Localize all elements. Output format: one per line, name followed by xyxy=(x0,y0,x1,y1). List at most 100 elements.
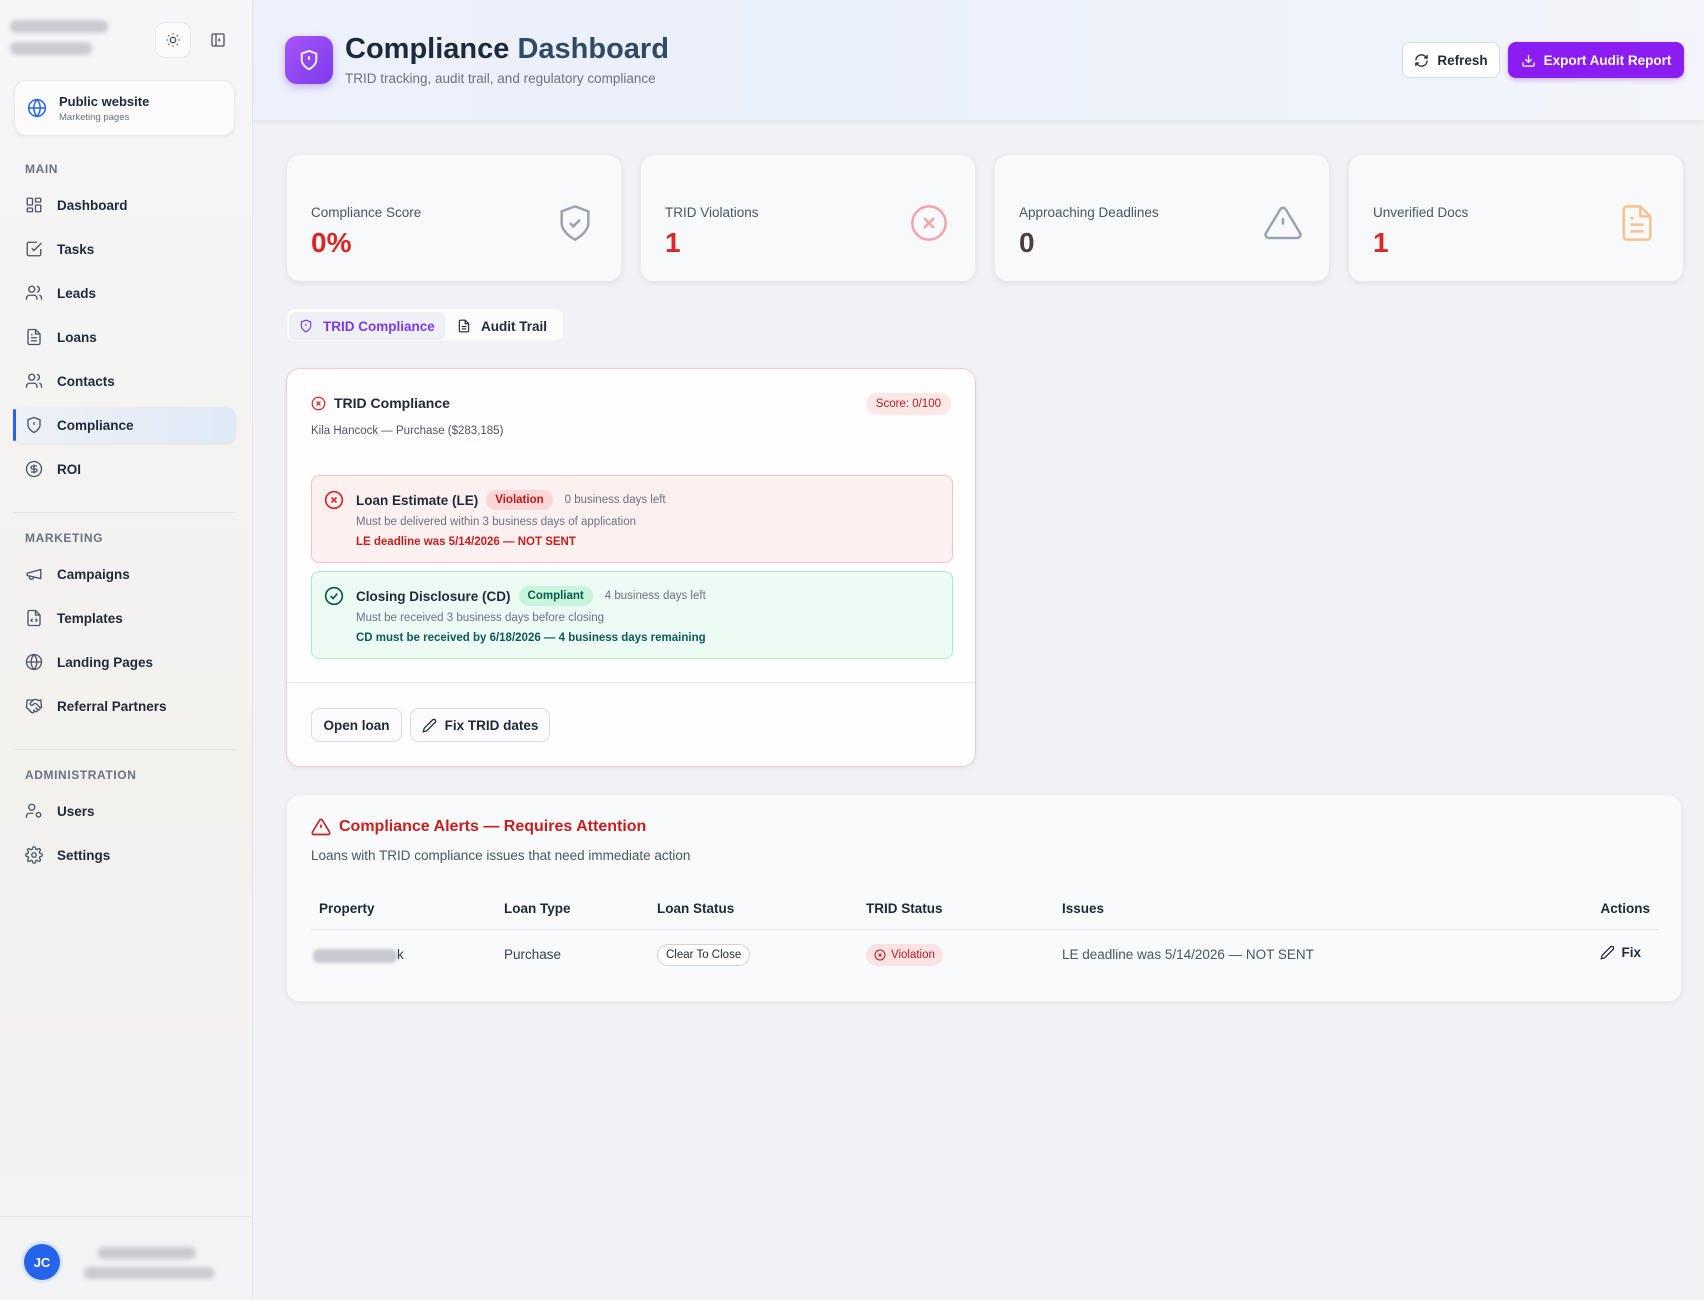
days-left: 4 business days left xyxy=(604,590,706,602)
section-label-main: MAIN xyxy=(25,162,59,176)
sidebar-item-loans[interactable]: Loans xyxy=(14,319,236,355)
sidebar-item-label: Contacts xyxy=(57,373,115,389)
sidebar-divider xyxy=(14,512,236,513)
section-label-administration: ADMINISTRATION xyxy=(25,768,137,782)
closing-disclosure-note: CD must be received by 6/18/2026 — 4 bus… xyxy=(356,632,706,644)
collapse-sidebar-button[interactable] xyxy=(200,22,236,58)
sidebar-item-label: Dashboard xyxy=(57,197,128,213)
sidebar-item-label: Users xyxy=(57,803,95,819)
sidebar-item-label: Landing Pages xyxy=(57,654,154,670)
sidebar-item-label: Campaigns xyxy=(57,566,130,582)
page-subtitle: TRID tracking, audit trail, and regulato… xyxy=(345,71,656,86)
handshake-icon xyxy=(25,698,43,714)
fix-button[interactable]: Fix xyxy=(1600,945,1641,960)
loan-estimate-item: Loan Estimate (LE) Violation 0 business … xyxy=(311,475,953,563)
table-header-divider xyxy=(311,929,1659,930)
sidebar-item-tasks[interactable]: Tasks xyxy=(14,231,236,267)
stat-label: Unverified Docs xyxy=(1373,205,1469,220)
panel-left-icon xyxy=(211,33,225,47)
column-header-loan-type: Loan Type xyxy=(504,901,571,916)
pencil-icon xyxy=(421,718,436,733)
sidebar-item-users[interactable]: Users xyxy=(14,793,236,829)
globe-icon xyxy=(25,653,43,671)
x-circle-icon xyxy=(911,205,947,241)
fix-label: Fix xyxy=(1621,945,1641,960)
stat-card-compliance-score: Compliance Score 0% xyxy=(286,154,622,282)
file-text-icon xyxy=(27,328,41,346)
public-website-link[interactable]: Public website Marketing pages xyxy=(14,80,235,136)
compliance-alerts-card: Compliance Alerts — Requires Attention L… xyxy=(286,794,1682,1002)
stat-value: 1 xyxy=(1373,227,1389,258)
refresh-button[interactable]: Refresh xyxy=(1402,42,1500,78)
file-code-icon xyxy=(27,609,41,627)
user-role-redacted xyxy=(84,1267,214,1279)
sidebar-item-label: Compliance xyxy=(57,417,134,433)
users-icon xyxy=(25,373,43,388)
sidebar-item-roi[interactable]: ROI xyxy=(14,451,236,487)
closing-disclosure-description: Must be received 3 business days before … xyxy=(356,612,605,624)
tab-audit-trail[interactable]: Audit Trail xyxy=(447,312,557,340)
sidebar-item-leads[interactable]: Leads xyxy=(14,275,236,311)
sidebar-item-campaigns[interactable]: Campaigns xyxy=(14,556,236,592)
users-icon xyxy=(25,285,43,300)
public-website-subtitle: Marketing pages xyxy=(59,111,130,123)
closing-disclosure-header: Closing Disclosure (CD) Compliant 4 busi… xyxy=(356,586,706,606)
page-title-accent: Dashboard xyxy=(517,33,669,65)
sidebar-item-templates[interactable]: Templates xyxy=(14,600,236,636)
sidebar-item-label: Loans xyxy=(57,329,97,345)
page-title-main: Compliance xyxy=(345,33,510,65)
closing-disclosure-name: Closing Disclosure (CD) xyxy=(356,588,511,604)
stat-card-approaching-deadlines: Approaching Deadlines 0 xyxy=(994,154,1330,282)
score-badge: Score: 0/100 xyxy=(865,393,951,415)
sidebar-item-contacts[interactable]: Contacts xyxy=(14,363,236,399)
sidebar-item-landing-pages[interactable]: Landing Pages xyxy=(14,644,236,680)
sidebar-item-compliance[interactable]: Compliance xyxy=(13,407,236,443)
export-audit-report-button[interactable]: Export Audit Report xyxy=(1508,42,1684,78)
days-left: 0 business days left xyxy=(564,494,666,506)
stat-label: Compliance Score xyxy=(311,205,422,220)
trid-card-title-text: TRID Compliance xyxy=(334,395,450,411)
property-cell: k xyxy=(397,947,404,962)
loan-estimate-name: Loan Estimate (LE) xyxy=(356,492,479,508)
header-shield-badge xyxy=(285,36,333,84)
brand-logo-line2 xyxy=(10,42,92,55)
sidebar-item-settings[interactable]: Settings xyxy=(14,837,236,873)
column-header-property: Property xyxy=(319,901,375,916)
theme-toggle-button[interactable] xyxy=(155,22,191,58)
check-square-icon xyxy=(26,241,42,257)
user-cog-icon xyxy=(25,803,42,818)
user-profile[interactable]: JC xyxy=(0,1216,253,1300)
tab-trid-compliance[interactable]: TRID Compliance xyxy=(289,312,445,340)
stat-value: 0% xyxy=(311,227,352,258)
refresh-label: Refresh xyxy=(1437,52,1488,68)
fix-trid-dates-button[interactable]: Fix TRID dates xyxy=(410,708,550,742)
page-header: Compliance Dashboard TRID tracking, audi… xyxy=(254,0,1704,121)
sun-icon xyxy=(166,33,180,47)
trid-status-badge: Violation xyxy=(866,944,943,966)
stat-card-unverified-docs: Unverified Docs 1 xyxy=(1348,154,1684,282)
sidebar-item-label: Referral Partners xyxy=(57,698,167,714)
user-name-redacted xyxy=(98,1247,196,1259)
section-label-marketing: MARKETING xyxy=(25,531,104,545)
tab-label: TRID Compliance xyxy=(323,318,435,334)
sidebar-item-dashboard[interactable]: Dashboard xyxy=(14,187,236,223)
shield-alert-icon xyxy=(27,416,41,434)
trid-status-label: Violation xyxy=(891,949,935,961)
download-icon xyxy=(1521,54,1535,67)
property-redacted xyxy=(313,949,397,963)
trid-card-subtitle: Kila Hancock — Purchase ($283,185) xyxy=(311,425,504,437)
sidebar-item-label: Tasks xyxy=(57,241,95,257)
shield-check-icon xyxy=(560,204,590,242)
issues-cell: LE deadline was 5/14/2026 — NOT SENT xyxy=(1062,947,1314,962)
trid-compliance-card: TRID Compliance Score: 0/100 Kila Hancoc… xyxy=(286,368,976,767)
brand-logo[interactable] xyxy=(10,20,108,33)
alerts-title-text: Compliance Alerts — Requires Attention xyxy=(339,818,647,835)
status-badge: Compliant xyxy=(518,586,593,606)
column-header-trid-status: TRID Status xyxy=(866,901,943,916)
loan-estimate-note: LE deadline was 5/14/2026 — NOT SENT xyxy=(356,536,576,548)
stat-label: Approaching Deadlines xyxy=(1019,205,1159,220)
layout-grid-icon xyxy=(26,197,42,213)
sidebar-item-referral-partners[interactable]: Referral Partners xyxy=(14,688,236,724)
open-loan-button[interactable]: Open loan xyxy=(311,708,402,742)
sidebar-item-label: Leads xyxy=(57,285,97,301)
